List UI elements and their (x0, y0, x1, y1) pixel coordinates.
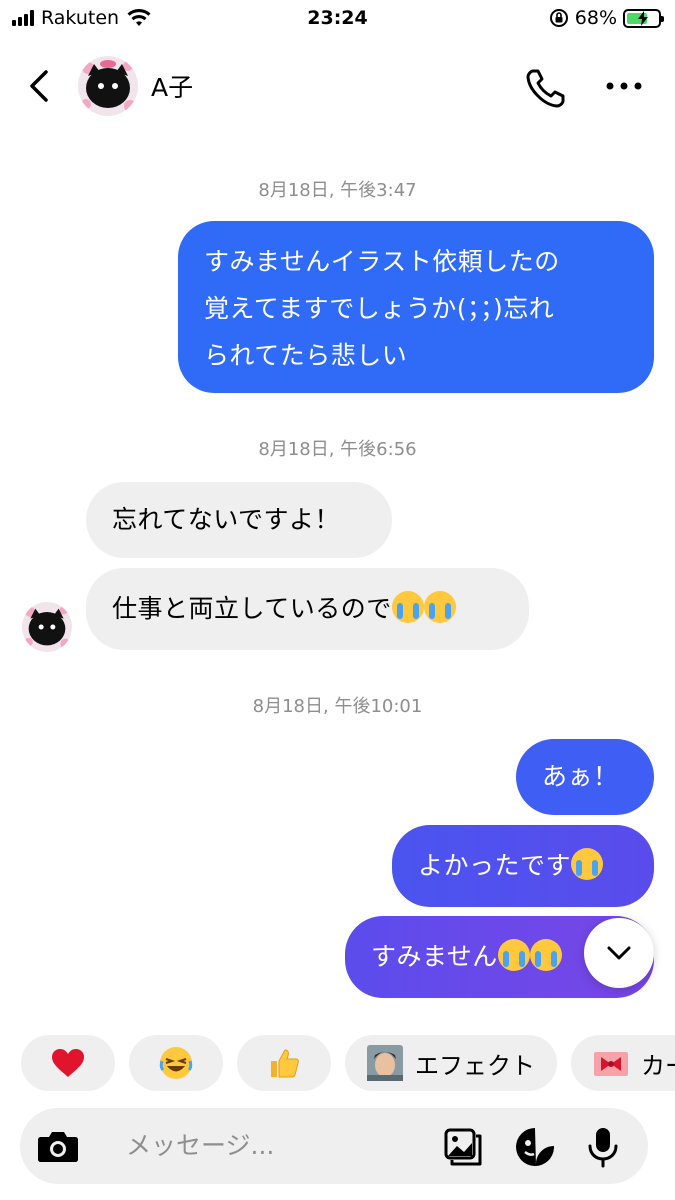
microphone-icon (588, 1128, 618, 1168)
message-line: すみませんイラスト依頼したの (204, 247, 560, 276)
orientation-lock-icon (549, 9, 568, 27)
back-icon (30, 70, 48, 102)
face-thumbnail-icon (367, 1045, 403, 1081)
heart-reaction-chip[interactable] (21, 1035, 115, 1091)
timestamp: 8月18日, 午後10:01 (252, 696, 423, 717)
battery-icon (623, 8, 664, 28)
battery-percent: 68% (574, 7, 617, 29)
outgoing-message[interactable]: あぁ！ (516, 739, 654, 815)
timestamp: 8月18日, 午後6:56 (258, 439, 417, 460)
contact-avatar[interactable] (78, 56, 138, 116)
avatar-image (22, 602, 72, 652)
message-line: られてたら悲しい (204, 341, 408, 370)
status-bar: Rakuten 23:24 68% (0, 0, 675, 38)
timestamp: 8月18日, 午後3:47 (258, 180, 417, 201)
avatar-image (78, 56, 138, 116)
message-composer: メッセージ... (20, 1108, 648, 1184)
gift-card-icon (594, 1052, 628, 1076)
crying-emoji-icon (423, 591, 456, 623)
message-text: よかったです (418, 851, 572, 880)
crying-emoji-icon (571, 848, 604, 880)
card-chip[interactable]: カー (571, 1035, 675, 1091)
microphone-button[interactable] (582, 1126, 624, 1168)
gallery-icon (444, 1128, 482, 1166)
laughing-reaction-chip[interactable] (129, 1035, 223, 1091)
more-icon (606, 82, 642, 90)
phone-icon (526, 69, 565, 108)
heart-icon (52, 1049, 84, 1077)
charging-bolt-icon (638, 10, 648, 26)
contact-name[interactable]: A子 (151, 68, 193, 104)
status-right: 68% (549, 7, 664, 29)
message-text: 仕事と両立しているので (112, 594, 392, 623)
message-text: あぁ！ (542, 762, 619, 791)
sticker-icon (516, 1128, 554, 1166)
call-button[interactable] (524, 66, 568, 110)
effect-label: エフェクト (415, 1051, 535, 1080)
crying-emoji-icon (529, 939, 562, 971)
camera-icon (38, 1132, 78, 1162)
card-label: カー (641, 1051, 675, 1080)
chat-header: A子 (0, 46, 675, 126)
back-button[interactable] (22, 66, 58, 106)
chevron-down-icon (607, 946, 631, 960)
message-input[interactable]: メッセージ... (126, 1126, 274, 1162)
scroll-to-bottom-button[interactable] (584, 918, 654, 988)
thumbs-up-icon (271, 1049, 299, 1078)
incoming-message[interactable]: 忘れてないですよ！ (86, 482, 392, 558)
sticker-button[interactable] (514, 1126, 556, 1168)
more-button[interactable] (604, 74, 644, 98)
message-text: すみません (371, 942, 498, 971)
gallery-button[interactable] (442, 1126, 484, 1168)
camera-button[interactable] (28, 1116, 88, 1176)
incoming-message[interactable]: 仕事と両立しているので (86, 568, 529, 650)
quick-reactions-bar: エフェクト カー (0, 1035, 675, 1093)
thumbs-up-reaction-chip[interactable] (237, 1035, 331, 1091)
message-text: 忘れてないですよ！ (112, 505, 341, 534)
outgoing-message[interactable]: すみませんイラスト依頼したの 覚えてますでしょうか(；；)忘れ られてたら悲しい (178, 221, 654, 393)
laughing-emoji-icon (159, 1047, 193, 1079)
outgoing-message[interactable]: よかったです (392, 825, 654, 907)
sender-avatar[interactable] (22, 602, 72, 652)
crying-emoji-icon (391, 591, 424, 623)
crying-emoji-icon (497, 939, 530, 971)
message-line: 覚えてますでしょうか(；；)忘れ (204, 294, 555, 323)
effect-chip[interactable]: エフェクト (345, 1035, 557, 1091)
